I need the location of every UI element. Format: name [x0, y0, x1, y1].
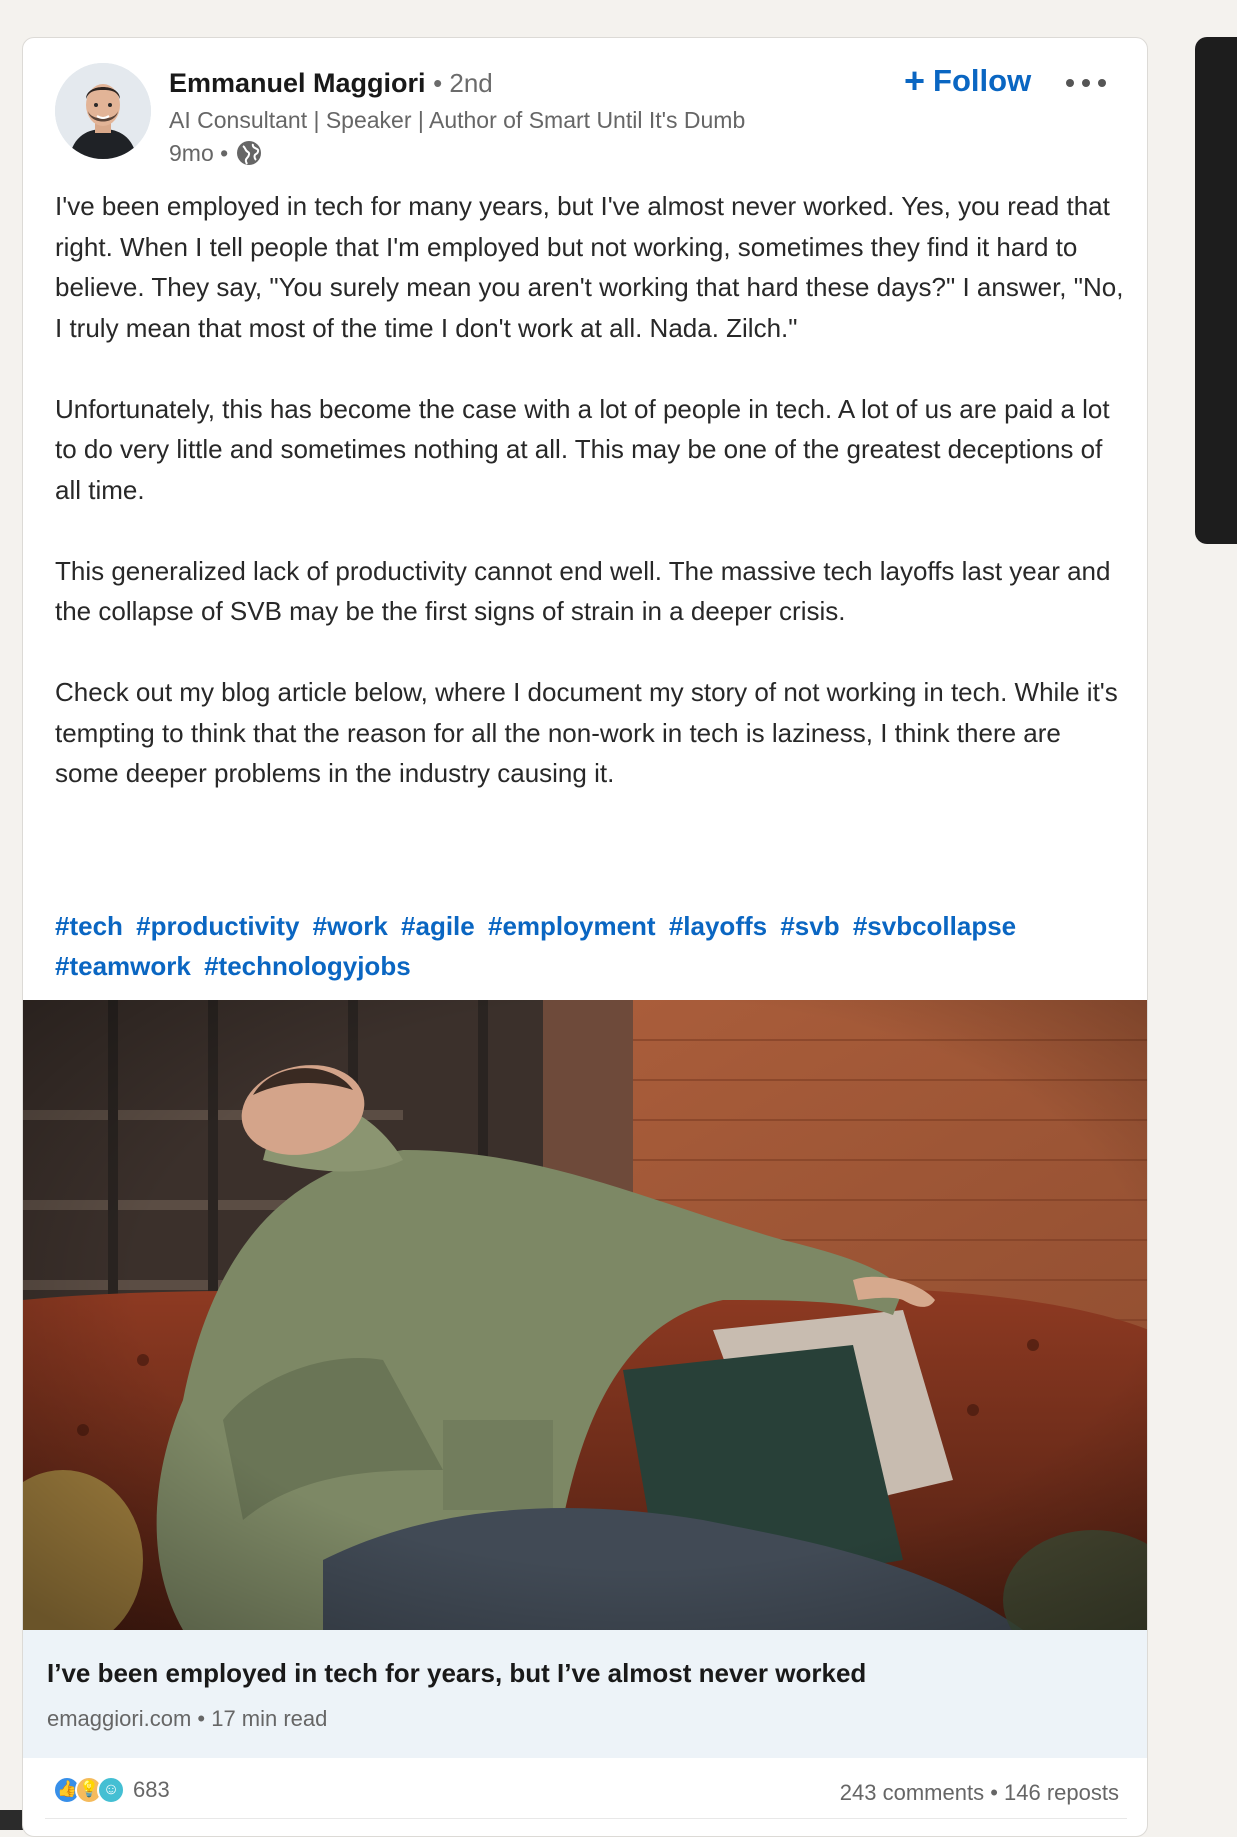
hashtag-link[interactable]: #layoffs: [669, 911, 767, 941]
side-panel: [1195, 37, 1237, 544]
post-age: 9mo •: [169, 139, 229, 166]
post-paragraph: This generalized lack of productivity ca…: [55, 555, 1111, 627]
follow-button[interactable]: + Follow: [898, 60, 1037, 102]
hashtag-link[interactable]: #productivity: [136, 911, 299, 941]
post-card: Emmanuel Maggiori • 2nd AI Consultant | …: [22, 37, 1148, 1837]
divider: [45, 1818, 1127, 1819]
hashtag-link[interactable]: #employment: [488, 911, 656, 941]
post-paragraph: Unfortunately, this has become the case …: [55, 393, 1110, 505]
plus-icon: +: [904, 60, 926, 101]
author-name-text[interactable]: Emmanuel Maggiori: [169, 68, 426, 98]
connection-degree: • 2nd: [433, 68, 493, 98]
hashtag-link[interactable]: #svbcollapse: [853, 911, 1016, 941]
reaction-count[interactable]: 683: [133, 1777, 170, 1803]
hashtag-link[interactable]: #agile: [401, 911, 475, 941]
hashtag-link[interactable]: #technologyjobs: [204, 951, 411, 981]
funny-icon: ☺: [97, 1776, 125, 1804]
author-name[interactable]: Emmanuel Maggiori • 2nd: [169, 68, 493, 99]
link-meta: emaggiori.com • 17 min read: [47, 1706, 328, 1731]
reposts-count[interactable]: 146 reposts: [1004, 1780, 1119, 1805]
post-paragraph: Check out my blog article below, where I…: [55, 677, 1118, 788]
avatar[interactable]: [55, 63, 151, 159]
link-preview[interactable]: I’ve been employed in tech for years, bu…: [23, 1630, 1147, 1758]
hashtag-link[interactable]: #svb: [780, 911, 839, 941]
more-horizontal-icon[interactable]: [1063, 70, 1109, 96]
post-meta: 9mo •: [169, 139, 263, 167]
hashtag-link[interactable]: #teamwork: [55, 951, 191, 981]
social-counts: 👍 💡 ☺ 683 243 comments • 146 reposts: [23, 1758, 1147, 1818]
follow-label: Follow: [933, 63, 1032, 98]
reactions[interactable]: 👍 💡 ☺ 683: [53, 1776, 170, 1804]
count-separator: •: [984, 1780, 1005, 1805]
hashtag-list: #tech #productivity #work #agile #employ…: [55, 906, 1115, 986]
comments-count[interactable]: 243 comments: [840, 1780, 984, 1805]
hashtag-link[interactable]: #work: [313, 911, 388, 941]
comments-reposts: 243 comments • 146 reposts: [840, 1780, 1119, 1806]
link-title[interactable]: I’ve been employed in tech for years, bu…: [47, 1658, 866, 1689]
post-paragraph: I've been employed in tech for many year…: [55, 191, 1124, 343]
post-text: I've been employed in tech for many year…: [55, 186, 1125, 834]
post-image[interactable]: [23, 1000, 1147, 1630]
author-headline: AI Consultant | Speaker | Author of Smar…: [169, 107, 746, 133]
globe-icon: [235, 139, 263, 167]
hashtag-link[interactable]: #tech: [55, 911, 123, 941]
